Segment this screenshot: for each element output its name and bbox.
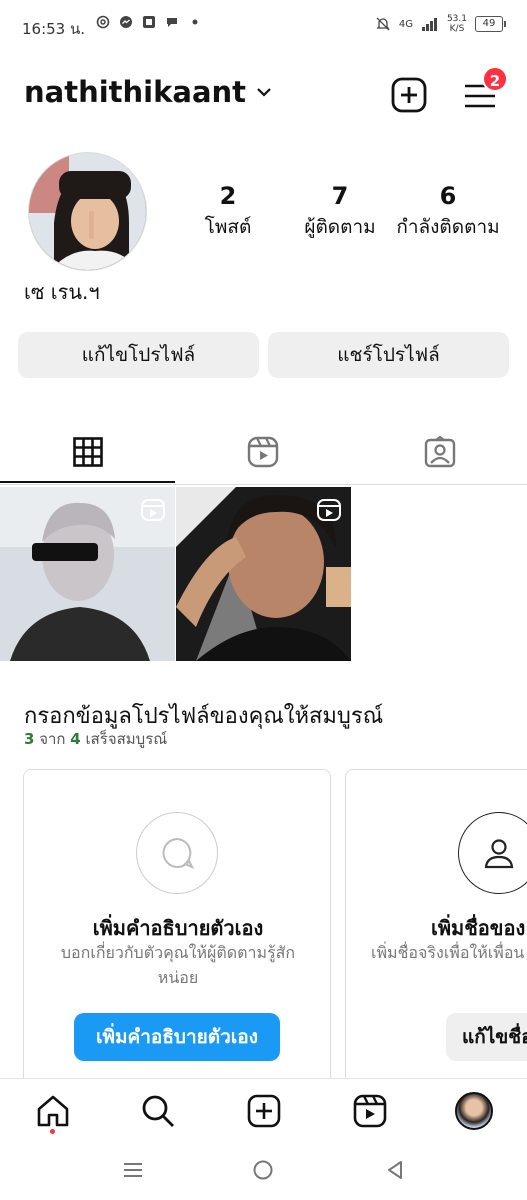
grid-icon <box>72 437 103 467</box>
tab-tagged[interactable] <box>352 420 527 484</box>
reels-icon <box>353 1094 387 1128</box>
nav-home[interactable] <box>33 1091 73 1131</box>
chevron-down-icon <box>257 88 271 97</box>
edit-profile-button[interactable]: แก้ไขโปรไฟล์ <box>18 332 259 378</box>
mute-icon <box>376 17 390 31</box>
speech-bubble-icon <box>162 837 195 869</box>
tagged-icon <box>424 436 455 468</box>
instagram-notification-icon <box>96 15 110 29</box>
post-thumbnail[interactable] <box>176 487 351 661</box>
followers-label: ผู้ติดตาม <box>304 216 376 238</box>
recent-apps-icon[interactable] <box>122 1159 144 1181</box>
followers-value: 7 <box>331 182 349 210</box>
progress-suffix: เสร็จสมบูรณ์ <box>85 730 168 748</box>
plus-square-icon <box>247 1094 281 1128</box>
more-notifications-dot-icon <box>192 19 198 25</box>
tab-reels[interactable] <box>175 420 350 484</box>
signal-icon <box>421 18 437 31</box>
messenger-notification-icon <box>120 16 132 28</box>
name-icon-circle <box>458 812 527 894</box>
home-activity-dot <box>50 1129 55 1134</box>
person-icon <box>484 839 514 869</box>
system-navigation <box>0 1144 527 1200</box>
display-name: เซ เรน.ฯ <box>24 280 100 304</box>
battery-icon: 49 <box>475 16 506 32</box>
following-label: กำลังติดตาม <box>396 216 500 238</box>
home-icon <box>37 1095 69 1127</box>
edit-name-button[interactable]: แก้ไขชื่อ <box>446 1013 527 1061</box>
status-time: 16:53 น. <box>22 20 86 38</box>
status-right: 4G 53.1 K/S 49 <box>375 14 506 34</box>
nav-profile[interactable] <box>454 1091 494 1131</box>
following-value: 6 <box>439 182 457 210</box>
create-button[interactable] <box>391 77 427 113</box>
home-button-icon[interactable] <box>252 1159 274 1181</box>
back-icon[interactable] <box>384 1159 406 1181</box>
status-bar: 16:53 น. 4G 53.1 K/S 49 <box>0 0 527 52</box>
profile-avatar[interactable] <box>28 152 147 271</box>
posts-value: 2 <box>219 182 237 210</box>
avatar-photo <box>29 153 146 270</box>
add-bio-description: บอกเกี่ยวกับตัวคุณให้ผู้ติดตามรู้สักหน่อ… <box>60 943 296 987</box>
add-name-card: เพิ่มชื่อของ เพิ่มชื่อจริงเพื่อให้เพื่อน… <box>345 769 527 1089</box>
reel-indicator-icon <box>141 499 165 521</box>
following-count[interactable]: 6 กำลังติดตาม <box>392 182 504 242</box>
search-icon <box>142 1095 174 1127</box>
add-bio-card: เพิ่มคำอธิบายตัวเอง บอกเกี่ยวกับตัวคุณให… <box>23 769 331 1089</box>
speed-value: 53.1 <box>446 14 467 24</box>
followers-count[interactable]: 7 ผู้ติดตาม <box>280 182 400 242</box>
nav-search[interactable] <box>138 1091 178 1131</box>
tab-divider <box>0 484 527 485</box>
progress-done: 3 <box>24 730 35 748</box>
notification-badge: 2 <box>482 66 508 92</box>
posts-count[interactable]: 2 โพสต์ <box>168 182 288 242</box>
progress-from: จาก <box>39 730 66 748</box>
bio-icon-circle <box>136 812 218 894</box>
network-type: 4G <box>398 18 413 30</box>
profile-avatar-small <box>455 1092 493 1130</box>
add-bio-button[interactable]: เพิ่มคำอธิบายตัวเอง <box>74 1013 280 1061</box>
chat-notification-icon <box>167 18 177 27</box>
tab-posts-grid[interactable] <box>0 420 175 484</box>
network-speed: 53.1 K/S <box>447 14 467 34</box>
share-profile-button[interactable]: แชร์โปรไฟล์ <box>268 332 509 378</box>
active-tab-indicator <box>0 481 175 483</box>
app-notification-icon <box>143 16 155 28</box>
add-name-description: เพิ่มชื่อจริงเพื่อให้เพื่อน <box>371 943 525 962</box>
reels-icon <box>247 436 278 468</box>
posts-label: โพสต์ <box>204 216 252 238</box>
speed-unit: K/S <box>449 24 465 34</box>
username: nathithikaant <box>24 75 247 109</box>
nav-reels[interactable] <box>350 1091 390 1131</box>
nav-create[interactable] <box>244 1091 284 1131</box>
progress-total: 4 <box>70 730 81 748</box>
notification-icons <box>96 15 202 29</box>
account-switcher[interactable]: nathithikaant <box>24 75 272 109</box>
post-thumbnail[interactable] <box>0 487 175 661</box>
bottom-navigation <box>0 1078 527 1144</box>
complete-profile-progress: 3 จาก 4 เสร็จสมบูรณ์ <box>24 727 167 751</box>
reel-indicator-icon <box>317 499 341 521</box>
